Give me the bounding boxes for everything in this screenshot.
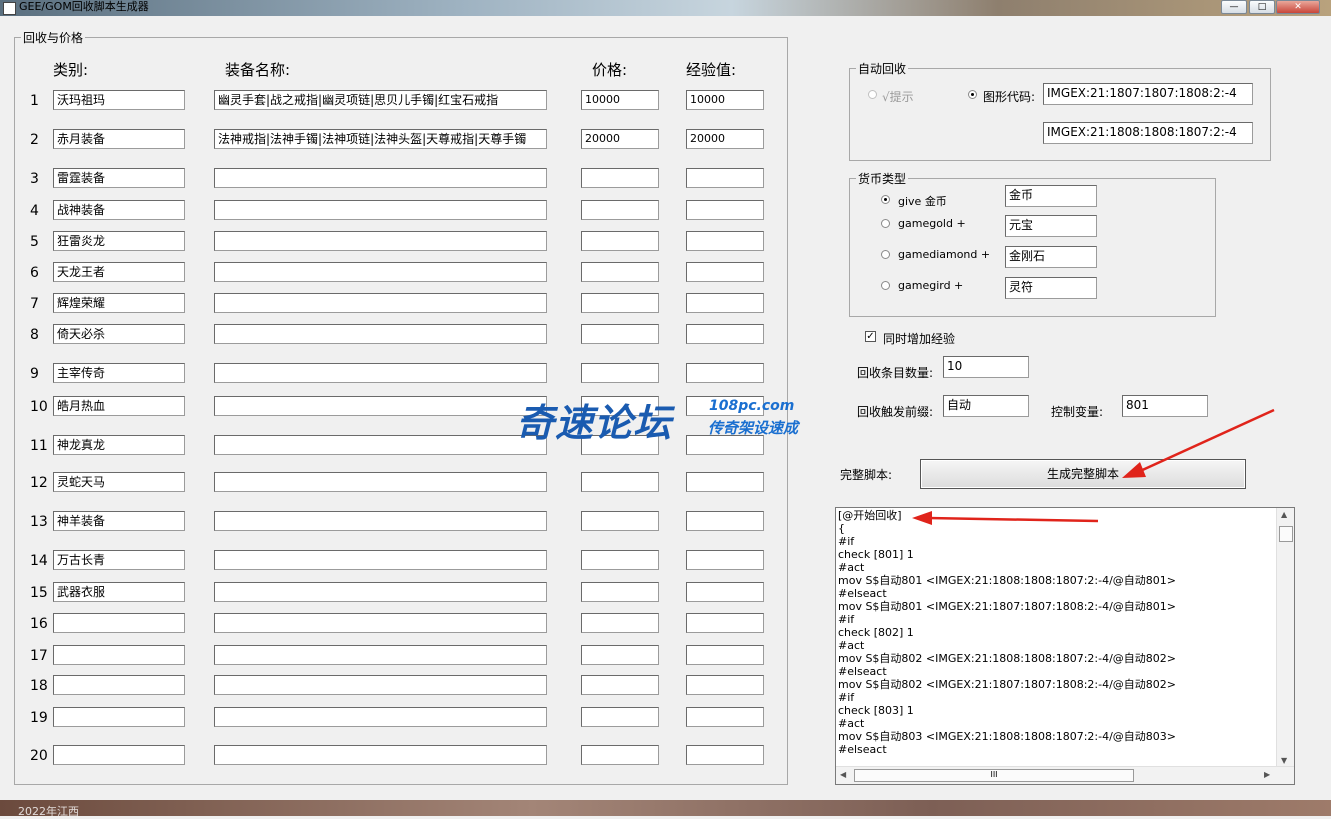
- arrow-head-to-button: [1122, 462, 1146, 478]
- annotation-arrows: [912, 408, 1275, 525]
- arrow-line-to-script: [927, 516, 1099, 523]
- taskbar-strip: 2022年江西: [0, 800, 1331, 818]
- arrow-head-to-script: [912, 511, 932, 525]
- taskbar-text: 2022年江西: [18, 805, 79, 818]
- arrow-line-to-button: [1137, 408, 1275, 474]
